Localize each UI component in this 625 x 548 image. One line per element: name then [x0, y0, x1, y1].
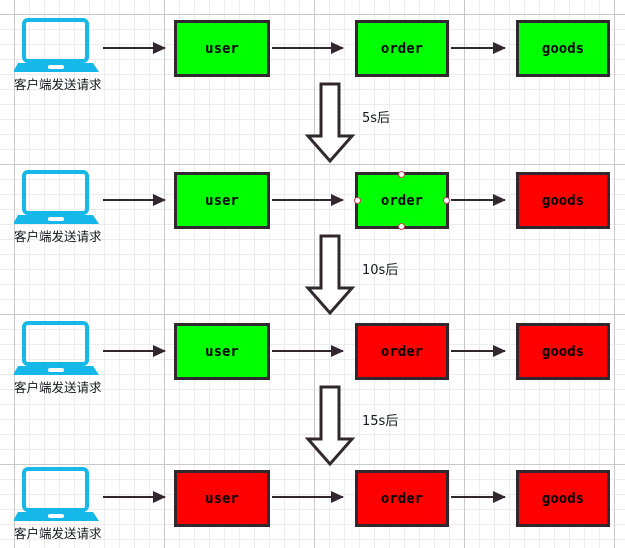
down-block-arrow-icon	[304, 234, 356, 316]
node-goods-row-2[interactable]: goods	[516, 172, 610, 229]
node-label: user	[205, 192, 239, 209]
client-caption-row-1: 客户端发送请求	[14, 77, 102, 92]
connector-user-to-order-row-4[interactable]	[272, 491, 344, 503]
connector-user-to-order-row-3[interactable]	[272, 345, 344, 357]
laptop-icon	[13, 170, 99, 224]
down-block-arrow-icon	[304, 385, 356, 467]
connector-client-to-user-row-4[interactable]	[103, 491, 166, 503]
client-icon-row-1[interactable]: 客户端发送请求	[13, 18, 102, 92]
node-user-row-4[interactable]: user	[174, 470, 270, 527]
node-user-row-2[interactable]: user	[174, 172, 270, 229]
client-caption-row-4: 客户端发送请求	[14, 526, 102, 541]
transition-arrow-2[interactable]	[304, 234, 356, 321]
connector-client-to-user-row-3[interactable]	[103, 345, 166, 357]
connector-user-to-order-row-2[interactable]	[272, 194, 344, 206]
node-label: user	[205, 490, 239, 507]
node-goods-row-3[interactable]: goods	[516, 323, 610, 380]
laptop-icon	[13, 18, 99, 72]
node-label: user	[205, 343, 239, 360]
laptop-icon	[13, 321, 99, 375]
transition-arrow-3[interactable]	[304, 385, 356, 472]
node-order-row-2[interactable]: order	[354, 171, 450, 230]
node-label: order	[380, 192, 424, 209]
client-caption-row-2: 客户端发送请求	[14, 229, 102, 244]
transition-label-2: 10s后	[362, 263, 399, 278]
laptop-icon	[13, 467, 99, 521]
node-goods-row-1[interactable]: goods	[516, 20, 610, 77]
node-label: user	[205, 40, 239, 57]
node-order-row-3[interactable]: order	[355, 323, 449, 380]
transition-label-1: 5s后	[362, 111, 391, 126]
client-caption-row-3: 客户端发送请求	[14, 380, 102, 395]
node-label: order	[380, 40, 424, 57]
client-icon-row-3[interactable]: 客户端发送请求	[13, 321, 102, 395]
node-label: goods	[541, 343, 585, 360]
node-goods-row-4[interactable]: goods	[516, 470, 610, 527]
diagram-canvas[interactable]: 客户端发送请求 user order goods 5s后 客户端发送请求 use…	[0, 0, 625, 548]
connector-client-to-user-row-1[interactable]	[103, 42, 166, 54]
node-order-row-1[interactable]: order	[355, 20, 449, 77]
resize-handle-top[interactable]	[398, 171, 405, 178]
node-label: order	[380, 343, 424, 360]
connector-client-to-user-row-2[interactable]	[103, 194, 166, 206]
down-block-arrow-icon	[304, 82, 356, 164]
connector-order-to-goods-row-1[interactable]	[451, 42, 506, 54]
resize-handle-bottom[interactable]	[398, 223, 405, 230]
node-label: goods	[541, 490, 585, 507]
transition-label-3: 15s后	[362, 414, 399, 429]
node-label: goods	[541, 192, 585, 209]
resize-handle-left[interactable]	[354, 196, 361, 204]
node-user-row-1[interactable]: user	[174, 20, 270, 77]
connector-order-to-goods-row-2[interactable]	[451, 194, 506, 206]
node-order-row-4[interactable]: order	[355, 470, 449, 527]
transition-arrow-1[interactable]	[304, 82, 356, 169]
connector-order-to-goods-row-4[interactable]	[451, 491, 506, 503]
node-user-row-3[interactable]: user	[174, 323, 270, 380]
resize-handle-right[interactable]	[443, 196, 450, 204]
connector-user-to-order-row-1[interactable]	[272, 42, 344, 54]
client-icon-row-2[interactable]: 客户端发送请求	[13, 170, 102, 244]
connector-order-to-goods-row-3[interactable]	[451, 345, 506, 357]
node-label: goods	[541, 40, 585, 57]
node-label: order	[380, 490, 424, 507]
client-icon-row-4[interactable]: 客户端发送请求	[13, 467, 102, 541]
